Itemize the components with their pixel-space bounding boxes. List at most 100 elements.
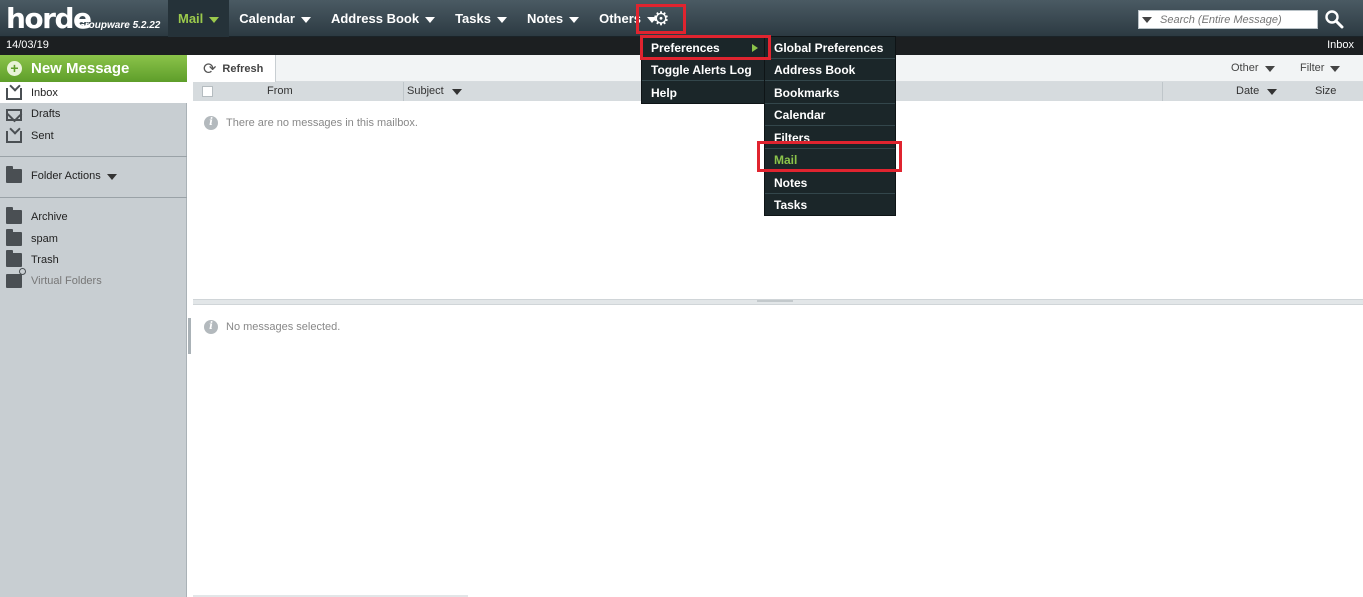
submenu-item-tasks[interactable]: Tasks <box>765 194 895 216</box>
nav-tasks[interactable]: Tasks <box>445 0 517 37</box>
filter-menu-button[interactable]: Filter <box>1300 62 1341 74</box>
nav-address-book[interactable]: Address Book <box>321 0 445 37</box>
virtual-folder-icon <box>6 267 26 288</box>
main-nav: Mail Calendar Address Book Tasks Notes O… <box>168 0 667 37</box>
column-date-label: Date <box>1236 85 1260 97</box>
submenu-item-address-book[interactable]: Address Book <box>765 59 895 81</box>
sidebar-item-drafts[interactable]: Drafts <box>0 103 187 124</box>
submenu-item-label: Notes <box>774 175 808 190</box>
refresh-label: Refresh <box>222 62 264 75</box>
column-subject[interactable]: Subject <box>407 85 462 97</box>
sidebar-item-label: Archive <box>31 210 68 223</box>
sidebar-divider <box>0 197 187 198</box>
submenu-item-label: Tasks <box>774 198 808 212</box>
sidebar-item-inbox[interactable]: Inbox <box>0 82 187 103</box>
submenu-item-filters[interactable]: Filters <box>765 127 895 149</box>
nav-calendar-label: Calendar <box>239 11 295 26</box>
column-from-label: From <box>267 85 293 97</box>
sidebar-item-sent[interactable]: Sent <box>0 125 187 146</box>
search-input[interactable] <box>1160 13 1310 26</box>
sidebar-item-archive[interactable]: Archive <box>0 206 187 227</box>
submenu-item-label: Bookmarks <box>774 85 840 100</box>
nav-address-book-label: Address Book <box>330 11 420 26</box>
plus-icon: + <box>7 61 22 76</box>
menu-item-toggle-alerts-log[interactable]: Toggle Alerts Log <box>642 59 764 81</box>
nav-notes-label: Notes <box>526 11 564 26</box>
sidebar-item-spam[interactable]: spam <box>0 228 187 249</box>
chevron-right-icon <box>752 44 758 52</box>
other-menu-button[interactable]: Other <box>1231 62 1275 74</box>
menu-item-label: Help <box>651 86 678 100</box>
settings-button[interactable]: ⚙ <box>636 4 686 34</box>
search-scope-dropdown-icon[interactable] <box>1142 16 1152 23</box>
nav-mail-label: Mail <box>178 11 204 26</box>
sidebar-item-virtual-folders[interactable]: Virtual Folders <box>0 267 187 291</box>
column-size-label: Size <box>1315 85 1337 97</box>
logo-subtitle: Groupware 5.2.22 <box>77 20 161 31</box>
column-subject-label: Subject <box>407 85 444 97</box>
sidebar-item-label: Trash <box>31 253 59 266</box>
column-separator <box>403 82 404 101</box>
column-size[interactable]: Size <box>1315 85 1336 97</box>
refresh-icon: ⟳ <box>203 60 217 78</box>
info-icon: i <box>204 320 218 334</box>
column-date[interactable]: Date <box>1236 85 1278 97</box>
current-folder-label: Inbox <box>1327 39 1354 51</box>
sidebar-item-trash[interactable]: Trash <box>0 249 187 270</box>
current-date: 14/03/19 <box>6 39 49 51</box>
sidebar-item-label: Virtual Folders <box>31 274 102 287</box>
nav-others-label: Others <box>599 11 642 26</box>
info-icon: i <box>204 116 218 130</box>
folder-actions-menu[interactable]: Folder Actions <box>0 165 187 186</box>
submenu-item-label: Address Book <box>774 62 856 77</box>
split-grip-handle[interactable] <box>757 300 793 302</box>
submenu-item-mail[interactable]: Mail <box>765 149 895 171</box>
sidebar-item-label: Sent <box>31 129 54 142</box>
folder-icon <box>6 206 22 224</box>
new-message-label: New Message <box>31 60 130 77</box>
search-icon[interactable] <box>1324 9 1344 29</box>
inbox-icon <box>6 87 22 100</box>
chevron-down-icon <box>496 16 507 23</box>
settings-menu: Preferences Toggle Alerts Log Help <box>641 36 765 104</box>
chevron-down-icon <box>300 16 311 23</box>
nav-calendar[interactable]: Calendar <box>229 0 321 37</box>
chevron-down-icon <box>106 173 117 180</box>
sent-icon <box>6 130 22 143</box>
filter-label: Filter <box>1300 62 1325 74</box>
submenu-item-global-preferences[interactable]: Global Preferences <box>765 37 895 59</box>
folder-icon <box>6 228 22 246</box>
horde-logo[interactable]: horde Groupware 5.2.22 <box>0 0 168 37</box>
select-all-checkbox[interactable] <box>202 86 213 97</box>
folder-icon <box>6 249 22 267</box>
menu-item-label: Toggle Alerts Log <box>651 62 752 77</box>
chevron-down-icon <box>425 16 436 23</box>
chevron-down-icon <box>569 16 580 23</box>
submenu-item-bookmarks[interactable]: Bookmarks <box>765 82 895 104</box>
nav-notes[interactable]: Notes <box>517 0 589 37</box>
nav-mail[interactable]: Mail <box>168 0 230 37</box>
submenu-item-label: Filters <box>774 130 811 145</box>
submenu-item-notes[interactable]: Notes <box>765 172 895 194</box>
refresh-button[interactable]: ⟳ Refresh <box>193 55 276 82</box>
menu-item-preferences[interactable]: Preferences <box>642 37 764 59</box>
sidebar-item-label: Drafts <box>31 107 61 120</box>
gear-icon: ⚙ <box>652 8 670 30</box>
top-navigation-bar: horde Groupware 5.2.22 Mail Calendar Add… <box>0 0 1363 37</box>
nav-tasks-label: Tasks <box>455 11 491 26</box>
submenu-item-label: Global Preferences <box>774 40 884 55</box>
sidebar-divider <box>0 156 187 157</box>
sidebar-resize-handle[interactable] <box>188 318 191 354</box>
search-box <box>1138 10 1318 29</box>
sidebar-item-label: spam <box>31 232 58 245</box>
column-from[interactable]: From <box>267 85 293 97</box>
submenu-item-label: Calendar <box>774 107 826 122</box>
new-message-button[interactable]: + New Message <box>0 55 187 82</box>
submenu-item-calendar[interactable]: Calendar <box>765 104 895 126</box>
chevron-down-icon <box>451 89 462 95</box>
menu-item-label: Preferences <box>651 40 720 55</box>
chevron-down-icon <box>209 16 220 23</box>
menu-item-help[interactable]: Help <box>642 82 764 104</box>
other-label: Other <box>1231 62 1259 74</box>
chevron-down-icon <box>1267 89 1278 95</box>
